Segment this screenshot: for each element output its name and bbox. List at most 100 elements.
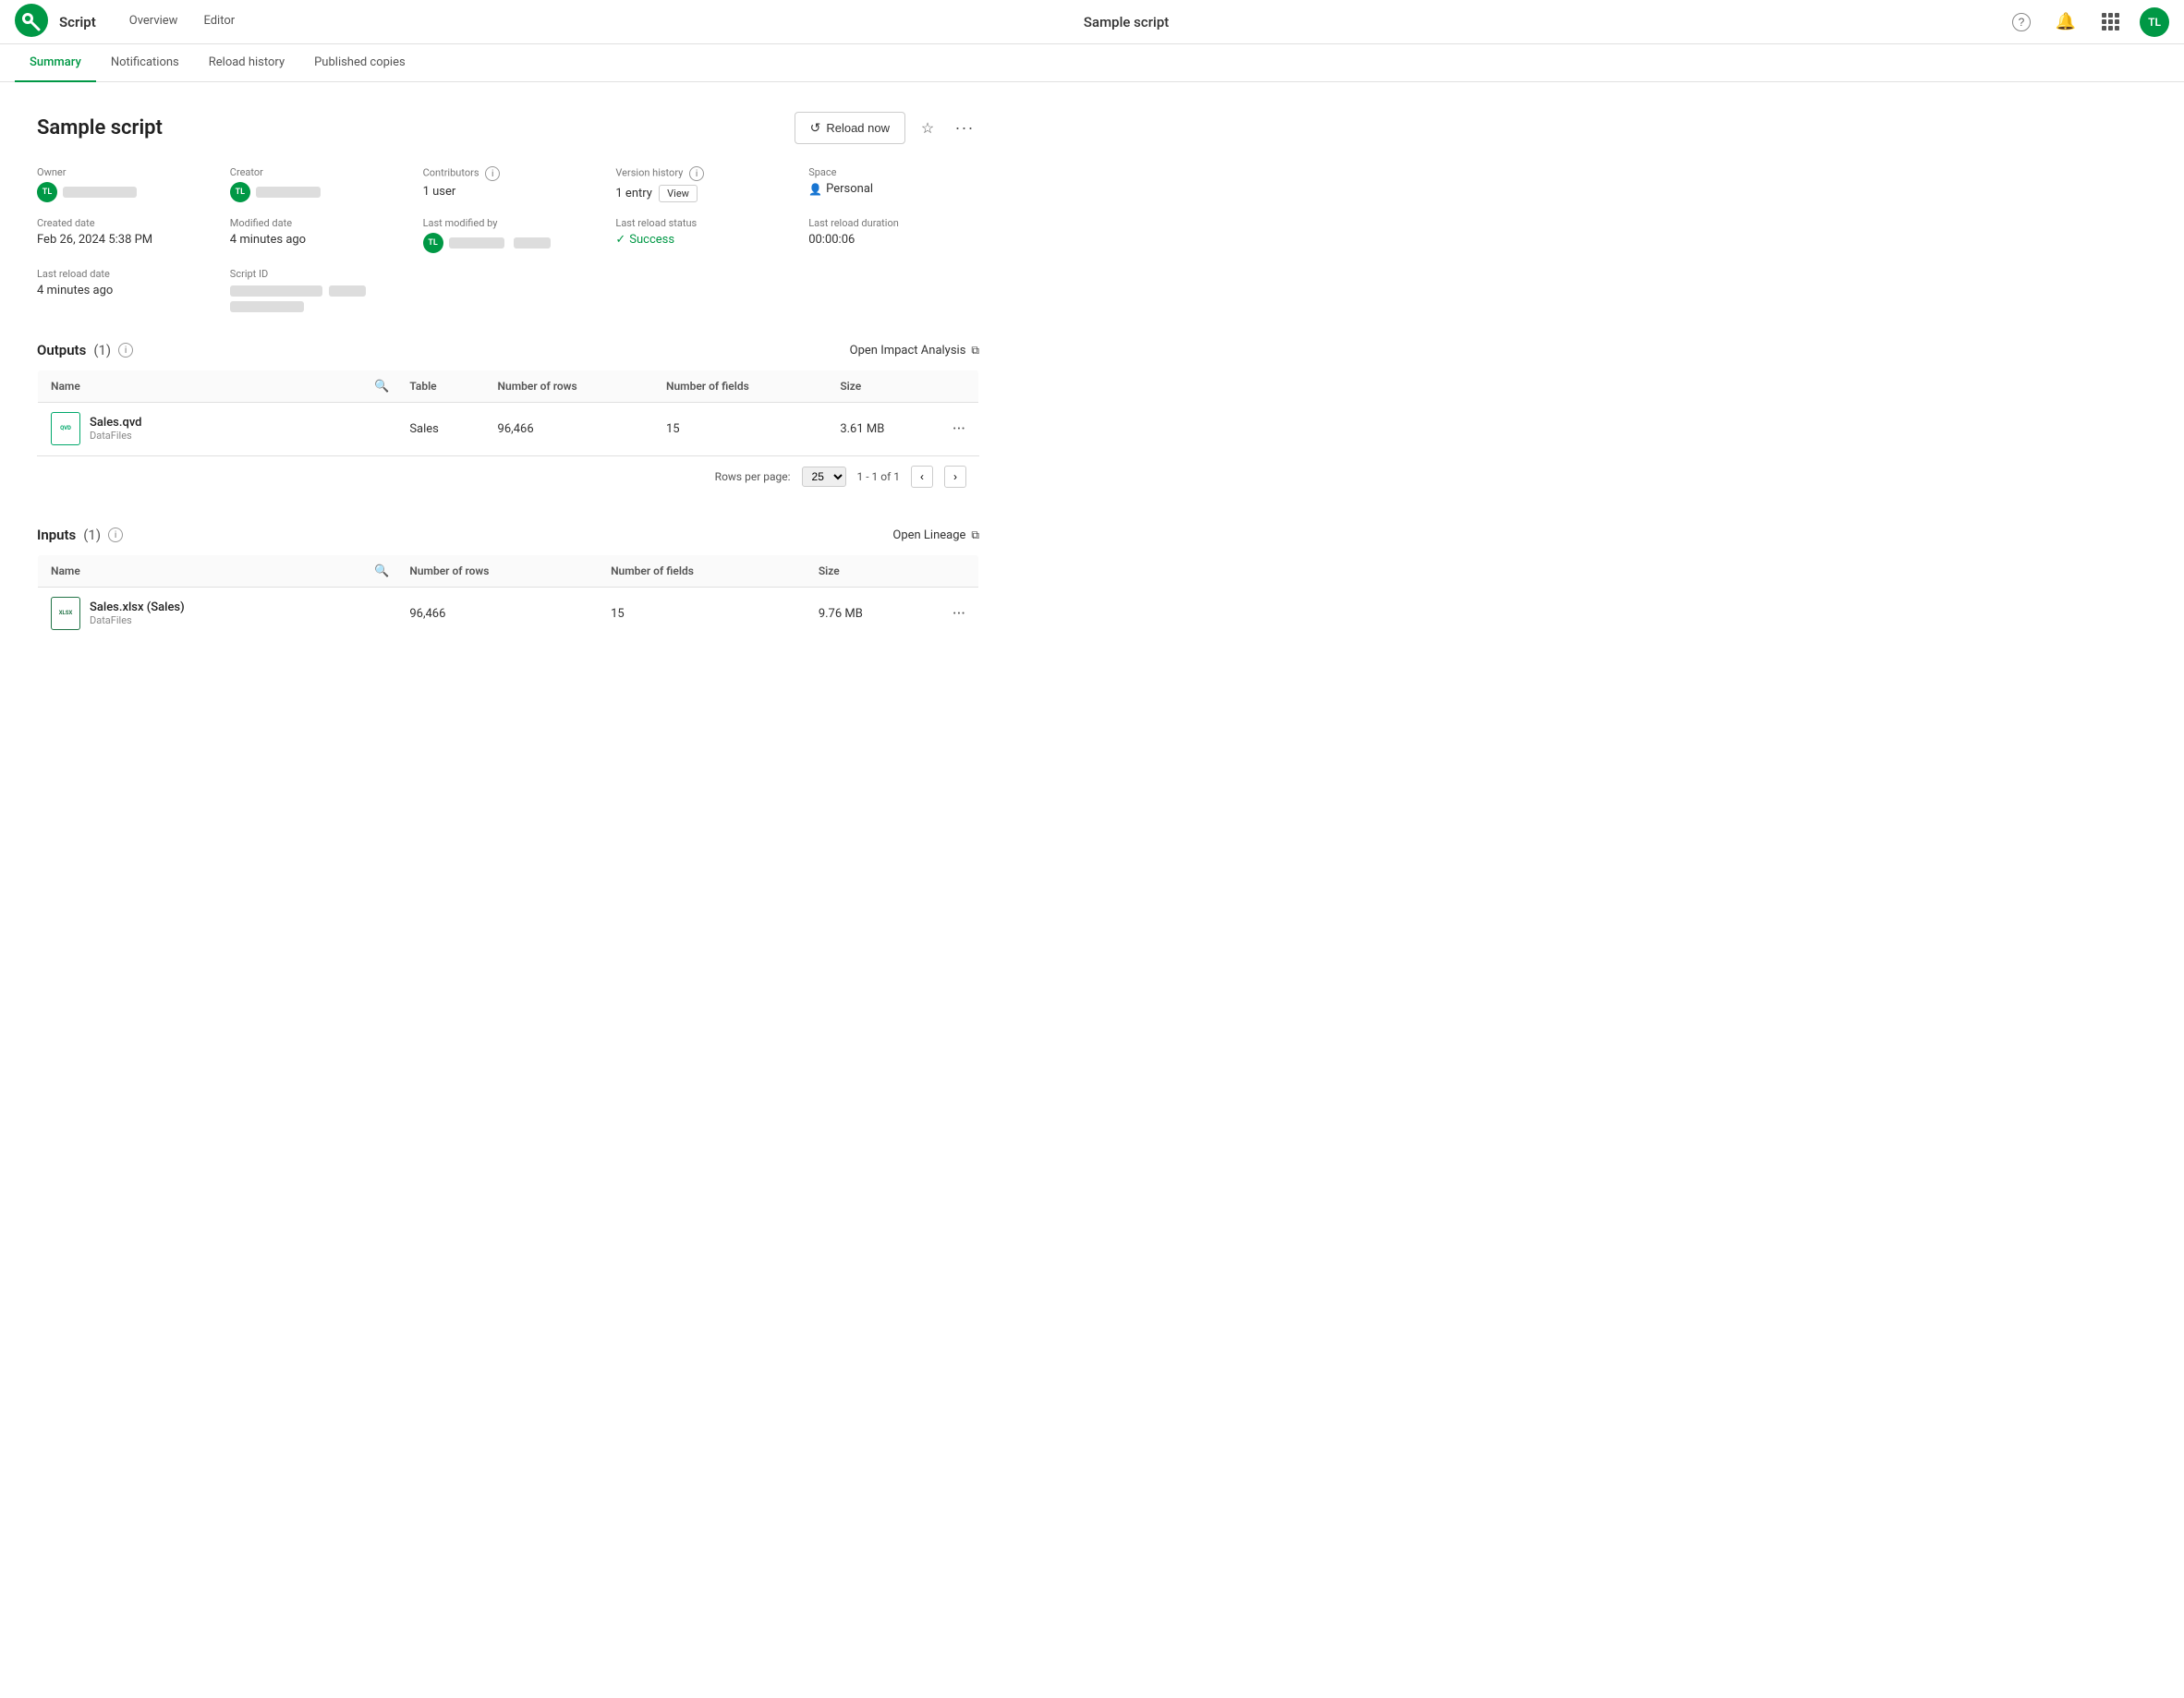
script-id-blurred3 xyxy=(230,301,304,312)
input-num-fields: 15 xyxy=(598,588,806,640)
check-icon: ✓ xyxy=(615,233,625,247)
meta-created-date: Created date Feb 26, 2024 5:38 PM xyxy=(37,217,208,253)
more-options-button[interactable]: ··· xyxy=(950,114,979,143)
version-view-link[interactable]: View xyxy=(659,185,698,202)
meta-version-history: Version history i 1 entry View xyxy=(615,166,786,202)
more-icon: ··· xyxy=(955,118,975,138)
creator-name-blurred xyxy=(256,187,321,198)
meta-last-modified-label: Last modified by xyxy=(423,217,594,229)
meta-script-id: Script ID xyxy=(230,268,401,312)
last-modified-name-blurred2 xyxy=(514,237,551,249)
outputs-table: Name 🔍 Table Number of rows Number of fi… xyxy=(37,370,979,455)
input-table-spacer xyxy=(367,588,396,640)
owner-avatar: TL xyxy=(37,182,57,202)
output-name-cell: QVD Sales.qvd DataFiles xyxy=(38,403,368,455)
meta-owner-label: Owner xyxy=(37,166,208,178)
input-row-actions[interactable]: ··· xyxy=(940,588,979,640)
input-filename: Sales.xlsx (Sales) xyxy=(90,600,185,614)
meta-version-value: 1 entry View xyxy=(615,185,786,202)
script-id-blurred xyxy=(230,285,322,297)
notifications-icon-btn[interactable]: 🔔 xyxy=(2051,7,2081,37)
impact-analysis-label: Open Impact Analysis xyxy=(850,344,966,358)
page-center-title: Sample script xyxy=(246,14,2007,30)
nav-link-overview[interactable]: Overview xyxy=(118,8,189,35)
outputs-col-actions xyxy=(940,370,979,403)
inputs-info-icon[interactable]: i xyxy=(108,528,123,542)
outputs-title: Outputs xyxy=(37,342,86,358)
open-lineage-btn[interactable]: Open Lineage ⧉ xyxy=(892,528,979,542)
outputs-col-table: Table xyxy=(396,370,484,403)
search-icon[interactable]: 🔍 xyxy=(374,380,389,394)
pagination-prev-btn[interactable]: ‹ xyxy=(911,466,933,488)
inputs-col-name: Name xyxy=(38,555,368,588)
output-row-more-icon[interactable]: ··· xyxy=(952,419,965,439)
meta-space-label: Space xyxy=(808,166,979,178)
owner-name-blurred xyxy=(63,187,137,198)
meta-reload-date: Last reload date 4 minutes ago xyxy=(37,268,208,312)
grid-icon xyxy=(2102,13,2119,30)
outputs-info-icon[interactable]: i xyxy=(118,343,133,358)
output-size: 3.61 MB xyxy=(827,403,940,455)
open-impact-analysis-btn[interactable]: Open Impact Analysis ⧉ xyxy=(850,344,979,358)
tab-notifications[interactable]: Notifications xyxy=(96,44,194,82)
output-table: Sales xyxy=(396,403,484,455)
contributors-info-icon[interactable]: i xyxy=(485,166,500,181)
input-row-more-icon[interactable]: ··· xyxy=(952,604,965,624)
meta-reload-duration-value: 00:00:06 xyxy=(808,233,979,247)
meta-reload-duration: Last reload duration 00:00:06 xyxy=(808,217,979,253)
output-table-spacer xyxy=(367,403,396,455)
star-button[interactable]: ☆ xyxy=(913,114,942,143)
input-name-cell: XLSX Sales.xlsx (Sales) DataFiles xyxy=(38,588,368,640)
meta-modified-date: Modified date 4 minutes ago xyxy=(230,217,401,253)
top-nav: Script Overview Editor Sample script ? 🔔 xyxy=(0,0,2184,44)
tab-published-copies[interactable]: Published copies xyxy=(299,44,420,82)
apps-icon-btn[interactable] xyxy=(2095,7,2125,37)
outputs-section-header: Outputs (1) i Open Impact Analysis ⧉ xyxy=(37,342,979,358)
meta-reload-date-value: 4 minutes ago xyxy=(37,284,208,297)
inputs-section: Inputs (1) i Open Lineage ⧉ Name 🔍 Numbe… xyxy=(37,527,979,640)
rows-per-page-select[interactable]: 25 xyxy=(802,467,846,487)
outputs-col-size: Size xyxy=(827,370,940,403)
inputs-col-actions xyxy=(940,555,979,588)
tab-reload-history[interactable]: Reload history xyxy=(194,44,299,82)
nav-link-editor[interactable]: Editor xyxy=(192,8,246,35)
output-row-actions[interactable]: ··· xyxy=(940,403,979,455)
inputs-search-icon[interactable]: 🔍 xyxy=(374,564,389,578)
inputs-section-header: Inputs (1) i Open Lineage ⧉ xyxy=(37,527,979,543)
outputs-pagination: Rows per page: 25 1 - 1 of 1 ‹ › xyxy=(37,455,979,497)
meta-version-label: Version history i xyxy=(615,166,786,181)
lineage-label: Open Lineage xyxy=(892,528,965,542)
meta-reload-duration-label: Last reload duration xyxy=(808,217,979,229)
external-link-icon: ⧉ xyxy=(971,344,979,358)
user-avatar[interactable]: TL xyxy=(2140,7,2169,37)
meta-contributors-value: 1 user xyxy=(423,185,594,199)
meta-contributors-label: Contributors i xyxy=(423,166,594,181)
last-modified-avatar: TL xyxy=(423,233,443,253)
reload-now-button[interactable]: ↺ Reload now xyxy=(795,112,905,144)
meta-space: Space 👤 Personal xyxy=(808,166,979,202)
outputs-col-search: 🔍 xyxy=(367,370,396,403)
page-title: Sample script xyxy=(37,116,163,139)
meta-created-label: Created date xyxy=(37,217,208,229)
meta-script-id-value xyxy=(230,284,401,312)
meta-reload-date-label: Last reload date xyxy=(37,268,208,280)
last-modified-name-blurred xyxy=(449,237,504,249)
meta-creator-value: TL xyxy=(230,182,401,202)
outputs-col-name: Name xyxy=(38,370,368,403)
main-content: Sample script ↺ Reload now ☆ ··· Owner T… xyxy=(0,82,1016,699)
tab-summary[interactable]: Summary xyxy=(15,44,96,82)
inputs-col-fields: Number of fields xyxy=(598,555,806,588)
inputs-col-rows: Number of rows xyxy=(396,555,598,588)
pagination-next-btn[interactable]: › xyxy=(944,466,966,488)
top-nav-right: ? 🔔 TL xyxy=(2007,7,2169,37)
meta-modified-label: Modified date xyxy=(230,217,401,229)
meta-created-value: Feb 26, 2024 5:38 PM xyxy=(37,233,208,247)
outputs-col-fields: Number of fields xyxy=(653,370,827,403)
meta-script-id-label: Script ID xyxy=(230,268,401,280)
output-filepath: DataFiles xyxy=(90,430,142,442)
help-icon-btn[interactable]: ? xyxy=(2007,7,2036,37)
top-nav-links: Overview Editor xyxy=(118,8,246,35)
version-info-icon[interactable]: i xyxy=(689,166,704,181)
lineage-external-link-icon: ⧉ xyxy=(971,528,979,542)
star-icon: ☆ xyxy=(921,119,934,138)
